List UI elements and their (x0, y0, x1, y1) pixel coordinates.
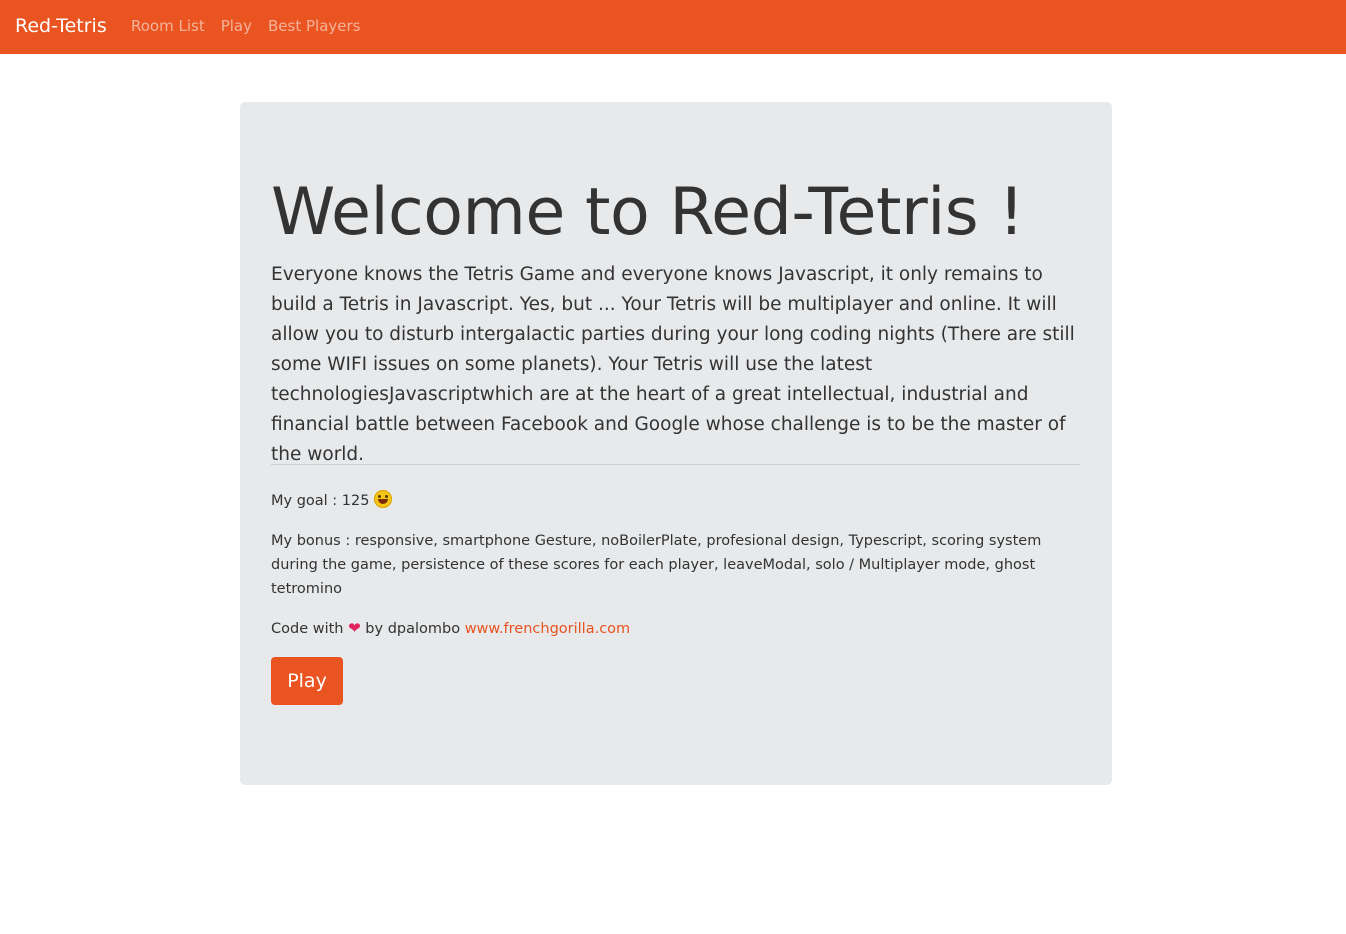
nav-links: Room List Play Best Players (131, 16, 361, 36)
brand-link[interactable]: Red-Tetris (15, 14, 107, 38)
credit-line: Code with ❤ by dpalombo www.frenchgorill… (271, 617, 1061, 641)
welcome-jumbotron: Welcome to Red-Tetris ! Everyone knows t… (240, 102, 1112, 785)
nav-link-room-list[interactable]: Room List (131, 16, 205, 36)
nav-link-play[interactable]: Play (221, 16, 252, 36)
bonus-text: My bonus : responsive, smartphone Gestur… (271, 533, 1042, 597)
nav-link-best-players[interactable]: Best Players (268, 16, 360, 36)
play-button[interactable]: Play (271, 657, 343, 705)
heart-icon: ❤ (348, 619, 361, 637)
website-link[interactable]: www.frenchgorilla.com (465, 621, 630, 637)
credit-author: by dpalombo (365, 621, 461, 637)
lead-description: Everyone knows the Tetris Game and every… (271, 264, 1075, 465)
grinning-face-icon (374, 490, 393, 508)
divider (271, 464, 1080, 465)
goal-text: My goal : 125 (271, 493, 370, 509)
page-title: Welcome to Red-Tetris ! (271, 175, 1024, 250)
goal-line: My goal : 125 (271, 489, 1061, 513)
credit-prefix: Code with (271, 621, 344, 637)
top-navbar: Red-Tetris Room List Play Best Players (0, 0, 1346, 54)
